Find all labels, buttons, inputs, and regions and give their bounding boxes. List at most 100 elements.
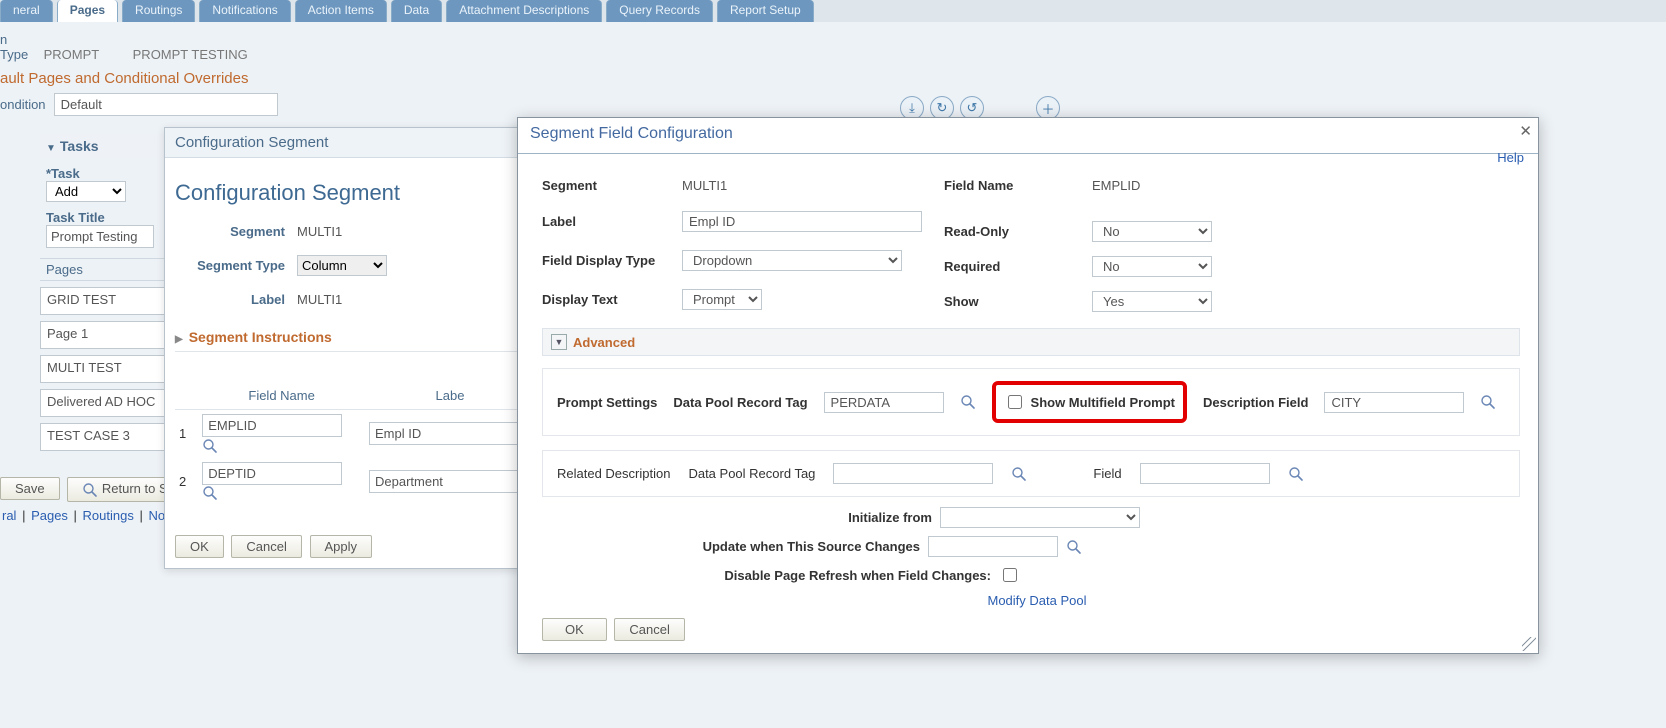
field-display-type-select[interactable]: Dropdown — [682, 250, 902, 271]
required-select[interactable]: No — [1092, 256, 1212, 277]
row-field-input[interactable] — [202, 462, 342, 485]
cfgseg-label-hdr: Labe — [365, 382, 535, 410]
prompt-settings-box: Prompt Settings Data Pool Record Tag Sho… — [542, 368, 1520, 436]
resize-handle[interactable] — [1522, 637, 1536, 651]
cfgseg-label-value: MULTI1 — [297, 292, 342, 307]
segment-value: MULTI1 — [682, 178, 727, 193]
show-multifield-prompt-checkbox[interactable] — [1008, 395, 1022, 409]
field-name-label: Field Name — [944, 178, 1064, 193]
data-pool-record-tag-input[interactable] — [824, 392, 944, 413]
show-multifield-prompt-highlight: Show Multifield Prompt — [992, 381, 1187, 423]
save-button[interactable]: Save — [0, 477, 60, 500]
segment-field-configuration-modal: Segment Field Configuration ✕ Help Segme… — [517, 117, 1539, 654]
row-label-input[interactable] — [369, 422, 531, 445]
related-description-box: Related Description Data Pool Record Tag… — [542, 450, 1520, 497]
display-text-select[interactable]: Prompt — [682, 289, 762, 310]
row-field-input[interactable] — [202, 414, 342, 437]
data-pool-record-tag2-label: Data Pool Record Tag — [688, 466, 815, 481]
advanced-section-header[interactable]: ▼ Advanced — [542, 328, 1520, 356]
row-label-input[interactable] — [369, 470, 531, 493]
page-cell-0[interactable]: GRID TEST — [40, 287, 168, 315]
update-when-label: Update when This Source Changes — [703, 539, 920, 554]
field-name-value: EMPLID — [1092, 178, 1140, 193]
required-label: Required — [944, 259, 1064, 274]
task-title-input[interactable] — [46, 225, 154, 248]
modify-data-pool-link[interactable]: Modify Data Pool — [988, 593, 1087, 608]
page-cell-4[interactable]: TEST CASE 3 — [40, 423, 168, 451]
cfgseg-ok-button[interactable]: OK — [175, 535, 224, 558]
update-when-input[interactable] — [928, 536, 1058, 557]
tab-action-items[interactable]: Action Items — [295, 0, 387, 22]
section-title: ault Pages and Conditional Overrides — [0, 70, 1658, 87]
search-icon — [82, 482, 98, 498]
lookup-icon[interactable] — [1011, 466, 1027, 482]
tab-report-setup[interactable]: Report Setup — [717, 0, 814, 22]
label-label: Label — [542, 214, 682, 229]
footer-link-pages[interactable]: Pages — [31, 508, 68, 523]
data-pool-record-tag-label: Data Pool Record Tag — [673, 395, 807, 410]
modal-cancel-button[interactable]: Cancel — [614, 618, 684, 641]
lookup-icon[interactable] — [202, 485, 218, 501]
row-index: 2 — [175, 458, 198, 506]
tab-notifications[interactable]: Notifications — [199, 0, 290, 22]
field-display-type-label: Field Display Type — [542, 253, 682, 268]
modal-ok-button[interactable]: OK — [542, 618, 607, 641]
tab-pages[interactable]: Pages — [57, 0, 118, 22]
cfgseg-segment-value: MULTI1 — [297, 224, 342, 239]
title-value: PROMPT TESTING — [133, 47, 248, 62]
tab-query-records[interactable]: Query Records — [606, 0, 713, 22]
tab-general[interactable]: neral — [0, 0, 53, 22]
pages-header: Pages — [40, 258, 168, 281]
description-field-input[interactable] — [1324, 392, 1464, 413]
initialize-from-select[interactable] — [940, 507, 1140, 528]
related-field-input[interactable] — [1140, 463, 1270, 484]
task-label: *Task — [46, 166, 168, 181]
disable-refresh-checkbox[interactable] — [1003, 568, 1017, 582]
readonly-label: Read-Only — [944, 224, 1064, 239]
lookup-icon[interactable] — [1288, 466, 1304, 482]
type-value: PROMPT — [44, 47, 99, 62]
label-input[interactable] — [682, 211, 922, 232]
task-select[interactable]: Add — [46, 181, 126, 202]
tab-routings[interactable]: Routings — [122, 0, 195, 22]
condition-input[interactable] — [54, 93, 278, 116]
lookup-icon[interactable] — [202, 438, 218, 454]
related-desc-record-tag-input[interactable] — [833, 463, 993, 484]
close-icon[interactable]: ✕ — [1519, 122, 1532, 140]
top-tabs: neral Pages Routings Notifications Actio… — [0, 0, 1666, 22]
display-text-label: Display Text — [542, 292, 682, 307]
task-title-label: Task Title — [46, 210, 168, 225]
cfgseg-cancel-button[interactable]: Cancel — [231, 535, 301, 558]
related-field-label: Field — [1093, 466, 1121, 481]
modal-title: Segment Field Configuration — [530, 125, 733, 142]
footer-link-routings[interactable]: Routings — [83, 508, 134, 523]
prompt-settings-label: Prompt Settings — [557, 395, 657, 410]
show-label: Show — [944, 294, 1064, 309]
table-row: 1 — [175, 410, 535, 458]
table-row: 2 — [175, 458, 535, 506]
lookup-icon[interactable] — [1480, 394, 1496, 410]
related-description-label: Related Description — [557, 466, 670, 481]
cfgseg-segtype-select[interactable]: Column — [297, 255, 387, 276]
lookup-icon[interactable] — [960, 394, 976, 410]
page-cell-3[interactable]: Delivered AD HOC — [40, 389, 168, 417]
cfgseg-field-table: Field Name Labe 1 2 — [175, 382, 535, 505]
lookup-icon[interactable] — [1066, 539, 1082, 555]
page-cell-1[interactable]: Page 1 — [40, 321, 168, 349]
type-label: n Type — [0, 32, 32, 62]
page-cell-2[interactable]: MULTI TEST — [40, 355, 168, 383]
tab-data[interactable]: Data — [391, 0, 442, 22]
tab-attachment-descriptions[interactable]: Attachment Descriptions — [446, 0, 602, 22]
cfgseg-fieldname-hdr: Field Name — [198, 382, 365, 410]
initialize-from-label: Initialize from — [848, 510, 932, 525]
chevron-down-icon[interactable]: ▼ — [551, 334, 567, 350]
cfgseg-apply-button[interactable]: Apply — [310, 535, 373, 558]
footer-link-general[interactable]: ral — [2, 508, 16, 523]
cfgseg-label-label: Label — [175, 292, 297, 307]
cfgseg-segtype-label: Segment Type — [175, 258, 297, 273]
disable-refresh-label: Disable Page Refresh when Field Changes: — [724, 568, 991, 583]
show-select[interactable]: Yes — [1092, 291, 1212, 312]
description-field-label: Description Field — [1203, 395, 1308, 410]
segment-label: Segment — [542, 178, 682, 193]
readonly-select[interactable]: No — [1092, 221, 1212, 242]
